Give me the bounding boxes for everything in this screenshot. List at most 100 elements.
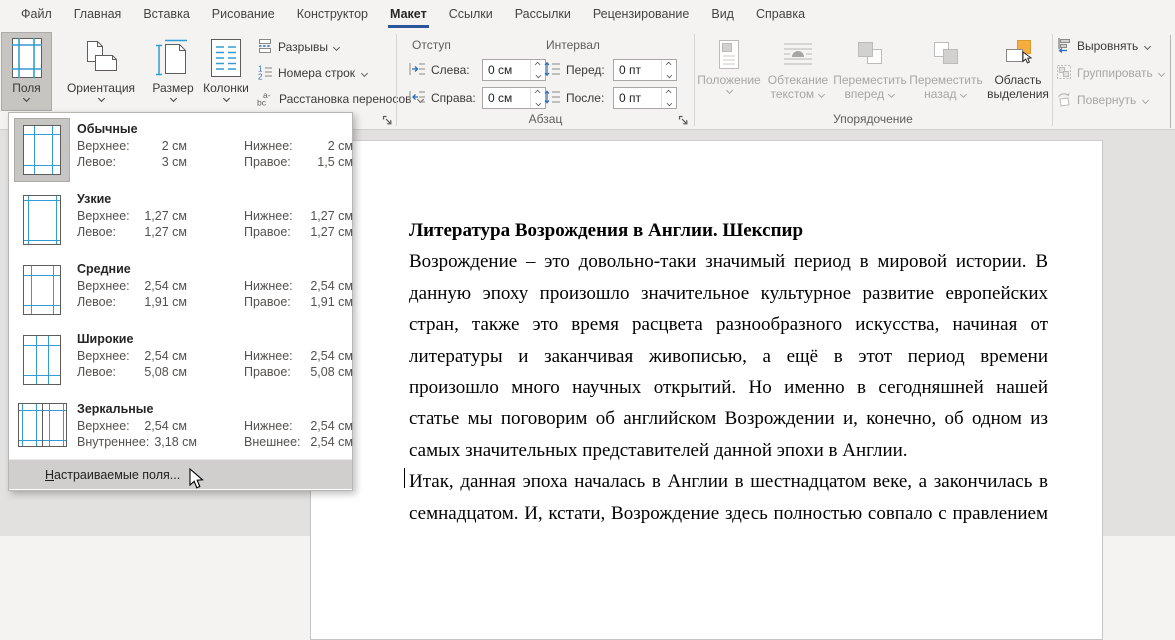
bring-forward-button[interactable]: Переместить вперед: [832, 33, 908, 110]
tab-draw[interactable]: Рисование: [201, 0, 286, 28]
chevron-down-icon: [23, 95, 31, 101]
send-backward-button[interactable]: Переместить назад: [908, 33, 984, 110]
margin-value: 2,54 см: [144, 419, 187, 433]
margins-preset-wide[interactable]: Широкие Верхнее: 2,54 см Нижнее: 2,54 см Л…: [9, 327, 353, 397]
margin-value: 2,54 см: [310, 435, 353, 449]
margins-normal-icon: [23, 125, 61, 175]
columns-button[interactable]: Колонки: [200, 33, 252, 110]
spacing-before-value: 0 пт: [619, 63, 642, 77]
chevron-down-icon: [333, 44, 341, 50]
margins-preset-narrow[interactable]: Узкие Верхнее: 1,27 см Нижнее: 1,27 см Лев…: [9, 187, 353, 257]
tab-mailings[interactable]: Рассылки: [504, 0, 582, 28]
spacing-header: Интервал: [546, 38, 600, 52]
breaks-icon: [257, 38, 273, 57]
margins-dropdown-menu: Обычные Верхнее: 2 см Нижнее: 2 см Левое: 3…: [8, 112, 353, 491]
indent-right-spinner[interactable]: [530, 88, 545, 108]
spacing-after-spinner[interactable]: [661, 88, 676, 108]
align-button-label: Выровнять: [1077, 39, 1139, 53]
margins-preset-mirrored[interactable]: Зеркальные Верхнее: 2,54 см Нижнее: 2,54 с…: [9, 397, 353, 459]
bring-forward-icon: [855, 37, 885, 73]
page-setup-dialog-launcher[interactable]: [380, 113, 394, 127]
breaks-button-label: Разрывы: [278, 40, 328, 54]
tab-layout[interactable]: Макет: [379, 0, 438, 28]
wrap-text-button[interactable]: Обтекание текстом: [764, 33, 832, 110]
text-line: статье мы поговорим об английском Возрож…: [409, 408, 1048, 430]
orientation-button[interactable]: Ориентация: [56, 33, 146, 110]
tab-references[interactable]: Ссылки: [438, 0, 504, 28]
indent-left-value: 0 см: [488, 63, 513, 77]
indent-left-input[interactable]: 0 см: [482, 59, 546, 81]
hyphenation-button[interactable]: a-bc Расстановка переносов: [257, 88, 425, 110]
line-numbers-button[interactable]: 12 Номера строк: [257, 62, 368, 84]
margin-value: 2,54 см: [310, 419, 353, 433]
spacing-after-input[interactable]: 0 пт: [613, 87, 677, 109]
rotate-button[interactable]: Повернуть: [1056, 89, 1149, 111]
margin-label: Нижнее:: [244, 209, 293, 223]
tab-view[interactable]: Вид: [700, 0, 745, 28]
spacing-before-icon: [544, 61, 561, 80]
margin-value: 2 см: [327, 139, 353, 153]
size-button[interactable]: Размер: [149, 33, 197, 110]
spacing-before-input[interactable]: 0 пт: [613, 59, 677, 81]
margin-label: Правое:: [244, 155, 291, 169]
line-numbers-icon: 12: [257, 64, 273, 83]
tab-design[interactable]: Конструктор: [286, 0, 379, 28]
custom-margins-label: Настраиваемые поля...: [45, 467, 181, 482]
tab-review[interactable]: Рецензирование: [582, 0, 701, 28]
selection-pane-icon: [1003, 37, 1033, 73]
bring-forward-label2: вперед: [845, 87, 896, 101]
margin-label: Левое:: [77, 225, 117, 239]
hyphenation-button-label: Расстановка переносов: [279, 92, 412, 106]
chevron-down-icon: [818, 92, 826, 98]
chevron-down-icon: [1158, 70, 1166, 76]
wrap-text-button-label: Обтекание: [767, 73, 829, 87]
custom-margins-button[interactable]: Настраиваемые поля...: [9, 459, 352, 489]
indent-left-icon: [409, 61, 426, 80]
bring-forward-label: Переместить: [833, 73, 907, 87]
indent-right-input[interactable]: 0 см: [482, 87, 546, 109]
paragraph-dialog-launcher[interactable]: [676, 113, 690, 127]
hyphenation-icon: a-bc: [257, 90, 274, 109]
margin-value: 1,27 см: [144, 209, 187, 223]
margin-value: 5,08 см: [310, 365, 353, 379]
breaks-button[interactable]: Разрывы: [257, 36, 341, 58]
margin-label: Нижнее:: [244, 349, 293, 363]
rotate-button-label: Повернуть: [1077, 93, 1137, 107]
text-line: Итак, данная эпоха началась в Англии в ш…: [409, 471, 1048, 493]
margins-preset-narrow-box: [15, 189, 69, 251]
send-backward-label2: назад: [924, 87, 968, 101]
preset-name: Зеркальные: [77, 402, 154, 416]
align-button[interactable]: Выровнять: [1056, 35, 1151, 57]
chevron-down-icon: [169, 95, 177, 101]
margin-value: 2,54 см: [310, 279, 353, 293]
margins-preset-mirrored-box: [15, 399, 69, 451]
preset-name: Широкие: [77, 332, 134, 346]
margin-label: Правое:: [244, 365, 291, 379]
margin-label: Левое:: [77, 155, 117, 169]
margins-preset-moderate[interactable]: Средние Верхнее: 2,54 см Нижнее: 2,54 см Л…: [9, 257, 353, 327]
selection-pane-button[interactable]: Область выделения: [984, 33, 1052, 110]
margins-preset-wide-box: [15, 329, 69, 391]
tab-file[interactable]: Файл: [10, 0, 63, 28]
tab-home[interactable]: Главная: [63, 0, 133, 28]
text-caret: [404, 468, 406, 488]
margin-label: Верхнее:: [77, 349, 130, 363]
indent-right-value: 0 см: [488, 91, 513, 105]
position-icon: [714, 37, 744, 73]
indent-right-icon: [409, 89, 426, 108]
tab-help[interactable]: Справка: [745, 0, 816, 28]
margin-label: Верхнее:: [77, 209, 130, 223]
margins-button[interactable]: Поля: [1, 32, 52, 111]
align-icon: [1056, 37, 1072, 56]
chevron-down-icon: [960, 92, 968, 98]
tab-insert[interactable]: Вставка: [132, 0, 200, 28]
preset-name: Узкие: [77, 192, 112, 206]
indent-left-spinner[interactable]: [530, 60, 545, 80]
spacing-before-spinner[interactable]: [661, 60, 676, 80]
group-button[interactable]: Группировать: [1056, 62, 1166, 84]
document-title: Литература Возрождения в Англии. Шекспир: [409, 220, 804, 241]
margins-preset-normal-selected-box: [14, 118, 70, 182]
document-page[interactable]: Литература Возрождения в Англии. Шекспир…: [310, 140, 1103, 640]
position-button[interactable]: Положение: [696, 33, 762, 110]
margins-preset-normal[interactable]: Обычные Верхнее: 2 см Нижнее: 2 см Левое: 3…: [9, 117, 353, 187]
